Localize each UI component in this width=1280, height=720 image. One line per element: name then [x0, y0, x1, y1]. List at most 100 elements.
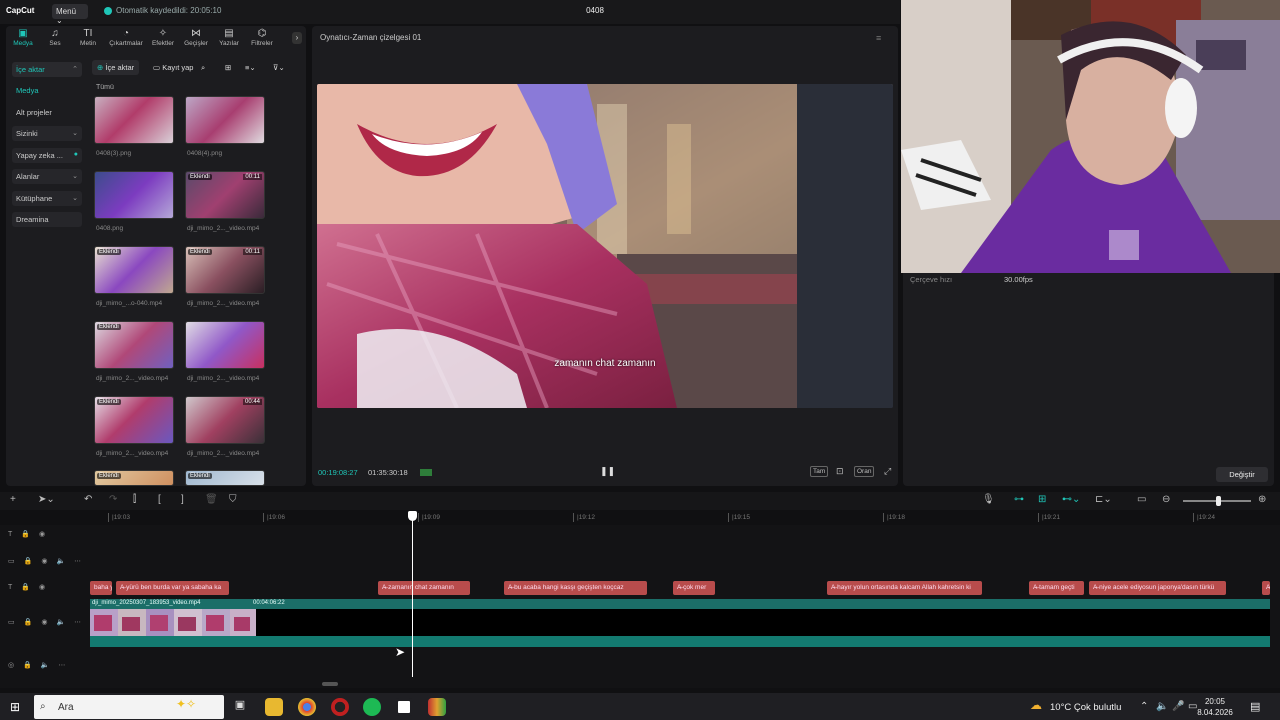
eye-icon[interactable]: ◉	[41, 557, 47, 565]
tool-text[interactable]: TI Metin	[71, 28, 105, 47]
video-clip-thumbnails[interactable]	[90, 609, 256, 636]
lock-icon[interactable]: 🔒	[23, 661, 32, 669]
add-track-icon[interactable]: +	[10, 494, 16, 506]
nav-dreamina[interactable]: Dreamina	[12, 212, 82, 227]
tool-transitions[interactable]: ⋈ Geçişler	[179, 28, 213, 47]
lock-icon[interactable]: 🔒	[21, 530, 30, 538]
select-tool-icon[interactable]: ➤⌄	[38, 494, 55, 506]
task-view-icon[interactable]: ▣	[231, 698, 249, 716]
zoom-slider-handle[interactable]	[1216, 496, 1221, 506]
search-input[interactable]: Ara	[58, 702, 74, 713]
microphone-icon[interactable]: 🎙	[982, 494, 995, 506]
lock-icon[interactable]: 🔒	[24, 618, 33, 626]
clock-date[interactable]: 8.04.2026	[1196, 708, 1234, 717]
media-thumb[interactable]	[185, 321, 265, 369]
media-thumb[interactable]: Eklendi	[94, 396, 174, 444]
subtitle-clip[interactable]: A̶ hayır yolun ortasında kalcam Allah ka…	[827, 581, 982, 595]
subtitle-clip[interactable]: A̶ bu acaba hangi kasşı geçişten koçcaz	[504, 581, 647, 595]
sort-button[interactable]: ≡⌄	[240, 60, 261, 75]
capcut-icon[interactable]	[395, 698, 413, 716]
magnet-icon[interactable]: ⊞	[1038, 494, 1046, 506]
timeline-ruler[interactable]: |19:03 |19:06 |19:09 |19:12 |19:15 |19:1…	[90, 511, 1270, 525]
archive-icon[interactable]	[428, 698, 446, 716]
media-thumb[interactable]: 00:44	[185, 396, 265, 444]
trim-left-icon[interactable]: [	[158, 494, 161, 506]
media-thumb[interactable]	[185, 96, 265, 144]
tools-scroll-button[interactable]: ›	[292, 32, 302, 44]
speaker-icon[interactable]: 🔈	[56, 557, 65, 565]
tool-stickers[interactable]: ◔ Çıkartmalar	[106, 28, 146, 47]
tool-audio[interactable]: ♫ Ses	[38, 28, 72, 47]
media-thumb[interactable]: Eklendi	[94, 321, 174, 369]
nav-yours[interactable]: Sizinki ⌄	[12, 126, 82, 141]
import-button[interactable]: ⊕ İçe aktar	[92, 60, 140, 75]
audio-waveform-track[interactable]	[90, 636, 1270, 647]
snap-icon[interactable]: ⊷⌄	[1062, 494, 1080, 506]
media-thumb[interactable]: Eklendi	[94, 246, 174, 294]
expand-icon[interactable]: ⤢	[882, 465, 893, 478]
nav-media[interactable]: Medya	[12, 83, 82, 98]
view-toggle[interactable]: ⊞	[220, 60, 236, 75]
menu-button[interactable]: Menü ⌄	[52, 4, 88, 25]
preview-axis-icon[interactable]: ⊏⌄	[1095, 494, 1112, 506]
weather-status[interactable]: 10°C Çok bulutlu	[1050, 702, 1121, 713]
hamburger-icon[interactable]: ≡	[876, 33, 881, 43]
undo-icon[interactable]: ↶	[84, 494, 92, 506]
media-thumb[interactable]: Eklendi	[94, 470, 174, 486]
zoom-in-icon[interactable]: ⊕	[1258, 494, 1266, 506]
subtitle-icon[interactable]: ▭	[1137, 494, 1146, 506]
zoom-out-icon[interactable]: ⊖	[1162, 494, 1170, 506]
timeline-scrollbar[interactable]	[322, 682, 338, 686]
nav-library[interactable]: Kütüphane ⌄	[12, 191, 82, 206]
nav-subprojects[interactable]: Alt projeler	[12, 105, 82, 120]
playhead[interactable]	[412, 512, 413, 677]
eye-icon[interactable]: ◉	[39, 530, 45, 538]
subtitle-clip[interactable]: A̶ niye acele ediyosun japonya'dasın tür…	[1089, 581, 1226, 595]
volume-icon[interactable]: 🔈	[1156, 701, 1168, 712]
tray-chevron-icon[interactable]: ⌃	[1140, 701, 1148, 712]
subtitle-clip[interactable]: A̶ zamanın chat zamanın	[378, 581, 470, 595]
tool-effects[interactable]: ✧ Efektler	[146, 28, 180, 47]
trim-right-icon[interactable]: ]	[181, 494, 184, 506]
record-button[interactable]: ▭ Kayıt yap	[148, 60, 198, 75]
subtitle-clip[interactable]: A̶	[1262, 581, 1270, 595]
nav-import[interactable]: İçe aktar ⌃	[12, 62, 82, 77]
more-icon[interactable]: ⋯	[59, 661, 66, 669]
playhead-handle[interactable]	[408, 511, 417, 521]
change-button[interactable]: Değiştir	[1216, 467, 1268, 482]
speaker-icon[interactable]: 🔈	[41, 661, 50, 669]
subtitle-clip[interactable]: baha yü	[90, 581, 112, 595]
nav-ai[interactable]: Yapay zeka ... ●	[12, 148, 82, 163]
spotify-icon[interactable]	[363, 698, 381, 716]
tool-media[interactable]: ▣ Medya	[6, 28, 40, 47]
fullscreen-quality-button[interactable]: Tam	[810, 466, 829, 477]
subtitle-clip[interactable]: A̶ çok mer	[673, 581, 715, 595]
microphone-tray-icon[interactable]: 🎤	[1172, 701, 1184, 712]
tool-filters[interactable]: ⌬ Filtreler	[245, 28, 279, 47]
snapshot-icon[interactable]: ⊡	[834, 465, 846, 478]
windows-start-icon[interactable]: ⊞	[10, 700, 20, 714]
chrome-icon[interactable]	[298, 698, 316, 716]
eye-icon[interactable]: ◉	[39, 583, 45, 591]
file-explorer-icon[interactable]	[265, 698, 283, 716]
media-thumb[interactable]	[94, 96, 174, 144]
notification-icon[interactable]: ▤	[1250, 700, 1260, 713]
media-thumb[interactable]: Eklendi 00:11	[185, 246, 265, 294]
speaker-icon[interactable]: 🔈	[56, 618, 65, 626]
video-track-body[interactable]	[256, 609, 1270, 636]
more-icon[interactable]: ⋯	[74, 557, 81, 565]
filter-button[interactable]: ⊽⌄	[268, 60, 290, 75]
media-thumb[interactable]: Eklendi 00:11	[185, 171, 265, 219]
subtitle-clip[interactable]: A̶ yürü ben burda var ya sabaha ka	[116, 581, 229, 595]
ratio-button[interactable]: Oran	[854, 466, 875, 477]
search-button[interactable]: ⌕	[196, 60, 210, 75]
lock-icon[interactable]: 🔒	[24, 557, 33, 565]
media-thumb[interactable]: Eklendi	[185, 470, 265, 486]
clock-time[interactable]: 20:05	[1196, 697, 1234, 706]
shield-icon[interactable]: ⛉	[229, 494, 237, 506]
link-icon[interactable]: ⊶	[1014, 494, 1024, 506]
split-icon[interactable]: ⫿	[133, 494, 136, 506]
eye-icon[interactable]: ◉	[41, 618, 47, 626]
obs-icon[interactable]	[331, 698, 349, 716]
redo-icon[interactable]: ↷	[109, 494, 117, 506]
